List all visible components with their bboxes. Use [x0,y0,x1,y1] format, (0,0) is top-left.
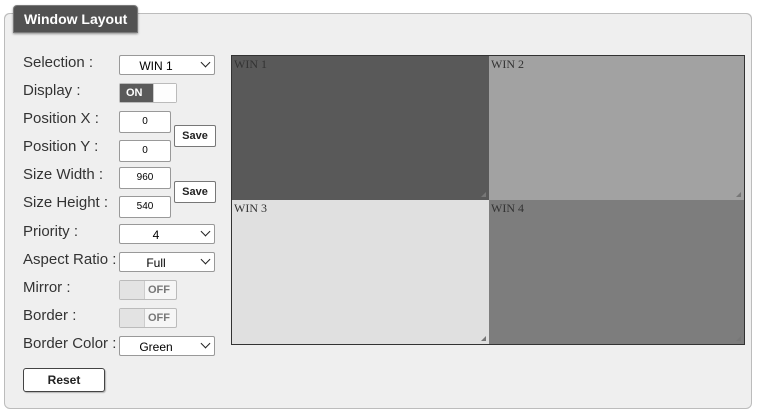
position-x-label: Position X : [23,110,99,127]
window-label: WIN 4 [491,201,524,215]
size-width-label: Size Width : [23,166,104,183]
aspect-ratio-select[interactable]: Full [119,252,215,272]
border-color-select[interactable]: Green [119,336,215,356]
selection-select[interactable]: WIN 1 [119,55,215,75]
window-preview-4[interactable]: WIN 4 [489,200,744,344]
chevron-down-icon [200,57,211,68]
position-y-label: Position Y : [23,138,99,155]
window-preview-3[interactable]: WIN 3 [232,200,489,344]
priority-select[interactable]: 4 [119,224,215,244]
mirror-toggle[interactable]: OFF [119,280,177,300]
mirror-toggle-state: OFF [148,284,170,296]
size-height-label: Size Height : [23,194,109,211]
resize-grip-icon[interactable] [481,192,486,197]
position-x-input[interactable]: 0 [119,111,171,133]
window-preview-1[interactable]: WIN 1 [232,56,489,200]
border-toggle-state: OFF [148,312,170,324]
layout-preview-canvas: WIN 1 WIN 2 WIN 3 WIN 4 [231,55,745,345]
aspect-ratio-label: Aspect Ratio : [23,251,117,268]
toggle-knob [120,281,145,299]
resize-grip-icon[interactable] [736,192,741,197]
priority-label: Priority : [23,223,79,240]
size-save-button[interactable]: Save [174,181,216,203]
chevron-down-icon [200,254,211,265]
selection-label: Selection : [23,54,94,71]
priority-value: 4 [152,228,160,242]
size-height-input[interactable]: 540 [119,196,171,218]
aspect-ratio-value: Full [146,256,166,270]
window-preview-2[interactable]: WIN 2 [489,56,744,200]
toggle-knob [120,309,145,327]
display-toggle[interactable]: ON [119,83,177,103]
display-toggle-state: ON [120,84,156,102]
size-width-input[interactable]: 960 [119,167,171,189]
border-color-value: Green [139,340,173,354]
border-color-label: Border Color : [23,335,117,352]
window-label: WIN 1 [234,57,267,71]
resize-grip-icon[interactable] [481,336,486,341]
position-save-button[interactable]: Save [174,125,216,147]
window-label: WIN 3 [234,201,267,215]
reset-button[interactable]: Reset [23,368,105,392]
mirror-label: Mirror : [23,279,71,296]
resize-grip-icon[interactable] [736,336,741,341]
toggle-knob [153,84,176,102]
border-label: Border : [23,307,77,324]
border-toggle[interactable]: OFF [119,308,177,328]
panel-title-tab: Window Layout [13,5,139,33]
position-y-input[interactable]: 0 [119,140,171,162]
display-label: Display : [23,82,81,99]
chevron-down-icon [200,226,211,237]
chevron-down-icon [200,338,211,349]
window-label: WIN 2 [491,57,524,71]
selection-value: WIN 1 [139,59,173,73]
